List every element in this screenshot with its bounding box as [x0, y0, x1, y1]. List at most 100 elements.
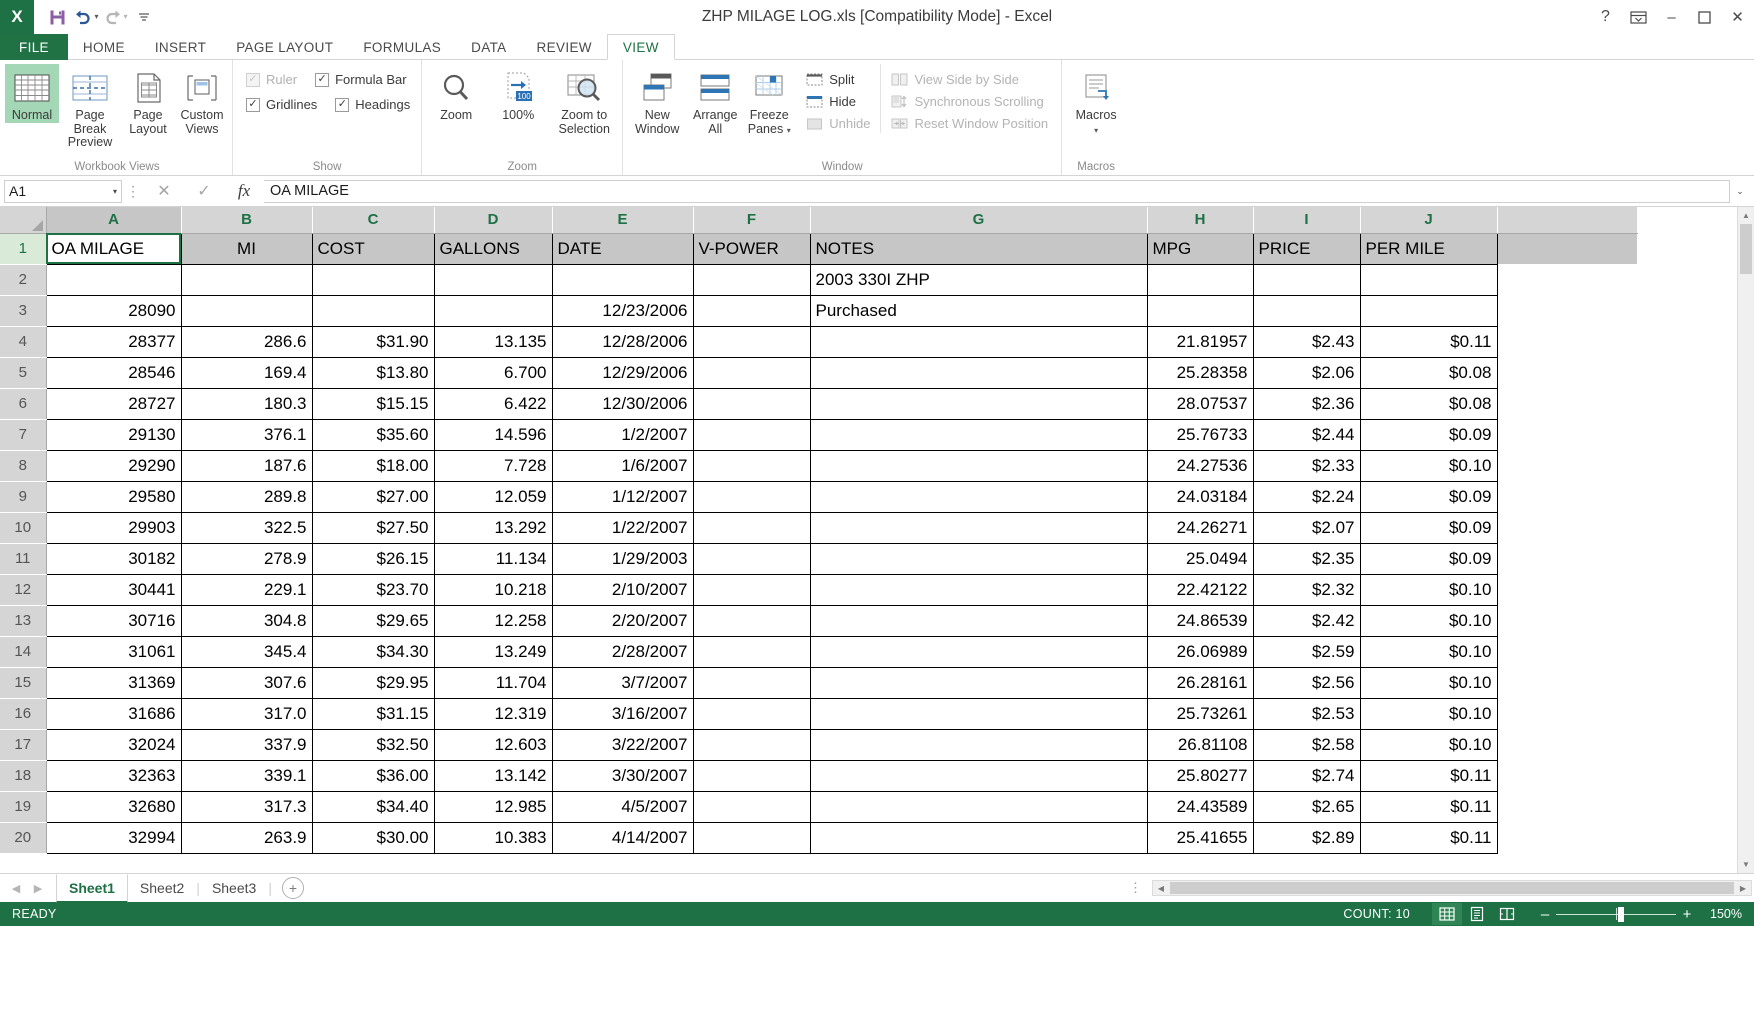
cell-E5[interactable]: 12/29/2006 [551, 356, 694, 389]
cell-J17[interactable]: $0.10 [1359, 728, 1498, 761]
cell-H12[interactable]: 22.42122 [1146, 573, 1254, 606]
vertical-scroll-track[interactable] [1738, 274, 1754, 856]
cell-K1[interactable] [1497, 233, 1637, 264]
macros-button[interactable]: Macros ▾ [1065, 64, 1127, 136]
cell-F15[interactable] [692, 666, 811, 699]
tab-file[interactable]: FILE [0, 34, 68, 60]
cell-H14[interactable]: 26.06989 [1146, 635, 1254, 668]
cell-B3[interactable] [180, 294, 313, 327]
cell-B5[interactable]: 169.4 [180, 356, 313, 389]
cell-I10[interactable]: $2.07 [1252, 511, 1361, 544]
cell-D15[interactable]: 11.704 [433, 666, 553, 699]
cell-E20[interactable]: 4/14/2007 [551, 821, 694, 854]
custom-views-button[interactable]: Custom Views [175, 64, 229, 136]
cell-H9[interactable]: 24.03184 [1146, 480, 1254, 513]
tab-home[interactable]: HOME [68, 34, 140, 60]
cell-B19[interactable]: 317.3 [180, 790, 313, 823]
cell-B14[interactable]: 345.4 [180, 635, 313, 668]
cell-K14[interactable] [1497, 636, 1637, 667]
cell-D10[interactable]: 13.292 [433, 511, 553, 544]
row-header-11[interactable]: 11 [0, 543, 47, 575]
cell-G10[interactable] [809, 511, 1148, 544]
restore-button[interactable] [1688, 0, 1721, 34]
cell-H7[interactable]: 25.76733 [1146, 418, 1254, 451]
page-break-preview-button[interactable] [1492, 903, 1522, 925]
cell-F8[interactable] [692, 449, 811, 482]
row-header-8[interactable]: 8 [0, 450, 47, 482]
cell-A14[interactable]: 31061 [45, 635, 182, 668]
cell-D8[interactable]: 7.728 [433, 449, 553, 482]
cell-E3[interactable]: 12/23/2006 [551, 294, 694, 327]
cell-A16[interactable]: 31686 [45, 697, 182, 730]
column-header-g[interactable]: G [810, 207, 1148, 234]
cell-A17[interactable]: 32024 [45, 728, 182, 761]
zoom-slider[interactable] [1556, 903, 1676, 925]
cell-G12[interactable] [809, 573, 1148, 606]
cell-K9[interactable] [1497, 481, 1637, 512]
new-window-button[interactable]: New Window [626, 64, 688, 136]
cell-J15[interactable]: $0.10 [1359, 666, 1498, 699]
cell-H10[interactable]: 24.26271 [1146, 511, 1254, 544]
tab-data[interactable]: DATA [456, 34, 521, 60]
cell-B6[interactable]: 180.3 [180, 387, 313, 420]
horizontal-scrollbar[interactable]: ◀ ▶ [1152, 880, 1752, 896]
split-button[interactable]: Split [802, 70, 874, 89]
cell-C18[interactable]: $36.00 [311, 759, 435, 792]
cell-F6[interactable] [692, 387, 811, 420]
cell-F14[interactable] [692, 635, 811, 668]
cell-F19[interactable] [692, 790, 811, 823]
cell-A18[interactable]: 32363 [45, 759, 182, 792]
row-header-17[interactable]: 17 [0, 729, 47, 761]
horizontal-scroll-thumb[interactable] [1170, 882, 1734, 894]
cell-K18[interactable] [1497, 760, 1637, 791]
cell-C10[interactable]: $27.50 [311, 511, 435, 544]
minimize-button[interactable]: – [1655, 0, 1688, 34]
cell-G17[interactable] [809, 728, 1148, 761]
cell-E14[interactable]: 2/28/2007 [551, 635, 694, 668]
page-break-preview-button[interactable]: Page Break Preview [59, 64, 121, 150]
cell-F9[interactable] [692, 480, 811, 513]
column-header-f[interactable]: F [693, 207, 811, 234]
cell-I1[interactable]: PRICE [1252, 232, 1361, 265]
cell-K7[interactable] [1497, 419, 1637, 450]
cell-H3[interactable] [1146, 294, 1254, 327]
cell-J2[interactable] [1359, 263, 1498, 296]
sheet-tab-sheet1[interactable]: Sheet1 [56, 873, 128, 903]
row-header-19[interactable]: 19 [0, 791, 47, 823]
column-header-j[interactable]: J [1360, 207, 1498, 234]
cell-I6[interactable]: $2.36 [1252, 387, 1361, 420]
cell-J18[interactable]: $0.11 [1359, 759, 1498, 792]
cell-D11[interactable]: 11.134 [433, 542, 553, 575]
cell-I19[interactable]: $2.65 [1252, 790, 1361, 823]
cell-J16[interactable]: $0.10 [1359, 697, 1498, 730]
cell-D1[interactable]: GALLONS [433, 232, 553, 265]
cell-G9[interactable] [809, 480, 1148, 513]
cell-A1[interactable]: OA MILAGE [45, 232, 182, 265]
cell-A6[interactable]: 28727 [45, 387, 182, 420]
cell-A8[interactable]: 29290 [45, 449, 182, 482]
row-header-20[interactable]: 20 [0, 822, 47, 854]
headings-checkbox[interactable]: ✓ Headings [335, 97, 410, 112]
cell-A20[interactable]: 32994 [45, 821, 182, 854]
cell-I12[interactable]: $2.32 [1252, 573, 1361, 606]
row-header-1[interactable]: 1 [0, 233, 47, 265]
cell-H1[interactable]: MPG [1146, 232, 1254, 265]
cell-F2[interactable] [692, 263, 811, 296]
cell-G19[interactable] [809, 790, 1148, 823]
cell-C1[interactable]: COST [311, 232, 435, 265]
cell-A11[interactable]: 30182 [45, 542, 182, 575]
cell-J12[interactable]: $0.10 [1359, 573, 1498, 606]
cell-E17[interactable]: 3/22/2007 [551, 728, 694, 761]
vertical-scroll-thumb[interactable] [1740, 224, 1752, 274]
column-header-c[interactable]: C [312, 207, 435, 234]
cell-B18[interactable]: 339.1 [180, 759, 313, 792]
select-all-corner[interactable] [0, 207, 47, 234]
cell-E4[interactable]: 12/28/2006 [551, 325, 694, 358]
cell-G16[interactable] [809, 697, 1148, 730]
tab-page-layout[interactable]: PAGE LAYOUT [221, 34, 348, 60]
spreadsheet-grid[interactable]: A B C D E F G H I J 1 OA MILAGE MI COST GALL… [0, 207, 1737, 873]
cell-B4[interactable]: 286.6 [180, 325, 313, 358]
cell-G5[interactable] [809, 356, 1148, 389]
cell-C9[interactable]: $27.00 [311, 480, 435, 513]
cell-C2[interactable] [311, 263, 435, 296]
